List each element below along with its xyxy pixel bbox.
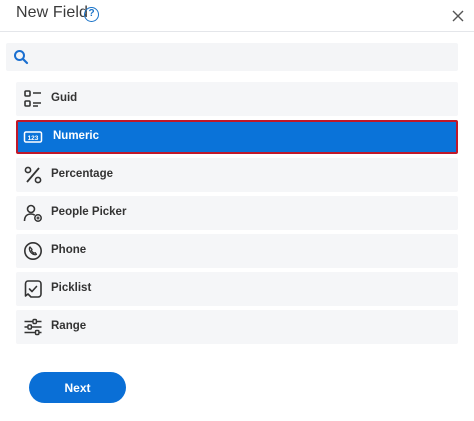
people-picker-icon	[23, 204, 42, 222]
numeric-icon: 123	[23, 131, 43, 143]
list-item-percentage[interactable]: Percentage	[16, 158, 458, 192]
list-item-label: Picklist	[51, 282, 92, 294]
picklist-icon	[24, 280, 42, 298]
list-item-people-picker[interactable]: People Picker	[16, 196, 458, 230]
next-button[interactable]: Next	[29, 372, 126, 403]
list-item-label: Phone	[51, 244, 87, 256]
range-icon	[24, 318, 42, 336]
search-bar	[6, 43, 458, 71]
help-icon[interactable]: ?	[84, 7, 99, 22]
close-icon[interactable]	[451, 9, 465, 23]
list-item-label: Percentage	[51, 168, 114, 180]
list-item-label: Numeric	[53, 130, 100, 142]
list-item-label: Guid	[51, 92, 78, 104]
search-input[interactable]	[34, 47, 444, 67]
percentage-icon	[24, 166, 42, 184]
phone-icon	[24, 242, 42, 260]
guid-icon	[24, 90, 41, 107]
dialog-title: New Field	[16, 4, 89, 21]
list-item-range[interactable]: Range	[16, 310, 458, 344]
list-item-phone[interactable]: Phone	[16, 234, 458, 268]
svg-text:123: 123	[28, 135, 39, 142]
list-item-guid[interactable]: Guid	[16, 82, 458, 116]
list-item-picklist[interactable]: Picklist	[16, 272, 458, 306]
search-icon	[14, 50, 29, 65]
dialog-header: New Field ?	[0, 0, 474, 32]
list-item-label: Range	[51, 320, 87, 332]
list-item-label: People Picker	[51, 206, 127, 218]
list-item-numeric[interactable]: 123 Numeric	[16, 120, 458, 154]
new-field-dialog: New Field ? Guid 123 Numeric Percentage …	[0, 0, 474, 421]
